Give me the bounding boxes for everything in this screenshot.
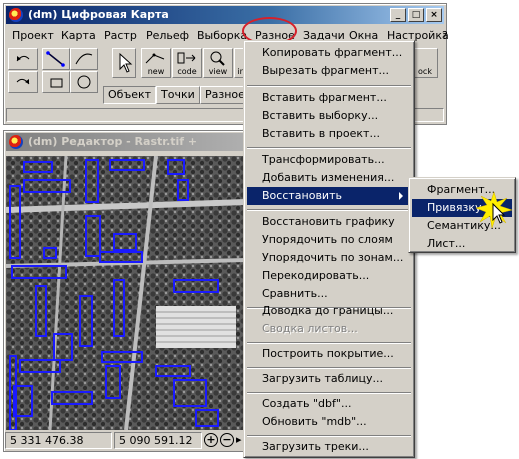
code-label: code	[177, 67, 197, 76]
menu-separator	[247, 209, 411, 211]
undo-button[interactable]	[8, 48, 38, 70]
menu-relief[interactable]: Рельеф	[142, 26, 193, 45]
menu-item-update-mdb[interactable]: Обновить "mdb"...	[247, 413, 411, 431]
menu-item-copy-fragment[interactable]: Копировать фрагмент...	[247, 44, 411, 62]
menu-item-paste-selection[interactable]: Вставить выборку...	[247, 107, 411, 125]
line-tool-button[interactable]	[42, 48, 70, 70]
menu-item-cut-fragment[interactable]: Вырезать фрагмент...	[247, 62, 411, 80]
status-y-coord: 5 090 591.12	[114, 432, 202, 449]
menu-item-add-changes[interactable]: Добавить изменения...	[247, 169, 411, 187]
pointer-button[interactable]	[112, 48, 136, 78]
close-button[interactable]: ×	[426, 8, 442, 22]
zoom-in-icon[interactable]: +	[204, 433, 218, 447]
rectangle-icon	[50, 78, 63, 88]
menu-item-create-dbf[interactable]: Создать "dbf"...	[247, 395, 411, 413]
menu-item-restore-label: Восстановить	[262, 189, 342, 202]
menu-separator	[247, 392, 411, 394]
code-button[interactable]: code	[172, 48, 202, 78]
lock-label: ock	[418, 67, 432, 76]
new-label: new	[147, 67, 165, 76]
menu-item-load-table[interactable]: Загрузить таблицу...	[247, 370, 411, 388]
menu-item-load-tracks[interactable]: Загрузить треки...	[247, 438, 411, 456]
app-icon	[9, 8, 23, 22]
minimize-button[interactable]: _	[390, 8, 406, 22]
menu-item-compare[interactable]: Сравнить...	[247, 285, 411, 303]
menu-item-recode[interactable]: Перекодировать...	[247, 267, 411, 285]
map-view[interactable]	[6, 156, 246, 430]
editor-app-icon	[9, 135, 23, 149]
view-button[interactable]: view	[203, 48, 233, 78]
circle-icon	[77, 75, 91, 89]
rect-tool-button[interactable]	[42, 71, 70, 93]
menu-help[interactable]: ?	[438, 26, 452, 45]
menu-separator	[247, 147, 411, 149]
submenu-arrow-icon	[399, 192, 403, 200]
menu-item-order-by-layers[interactable]: Упорядочить по слоям	[247, 231, 411, 249]
circle-tool-button[interactable]	[70, 71, 98, 93]
click-cursor-icon	[476, 191, 513, 229]
menu-item-build-coverage[interactable]: Построить покрытие...	[247, 345, 411, 363]
tab-object[interactable]: Объект	[103, 86, 157, 104]
menu-item-paste-fragment[interactable]: Вставить фрагмент...	[247, 89, 411, 107]
main-titlebar: (dm) Цифровая Карта _ □ ×	[6, 6, 444, 24]
curve-icon	[75, 53, 93, 65]
status-x-coord: 5 331 476.38	[5, 432, 112, 449]
menu-item-edge-match[interactable]: Доводка до границы...	[247, 302, 411, 320]
menu-separator	[247, 342, 411, 344]
arrow-cursor-icon	[119, 52, 133, 73]
menu-separator	[247, 367, 411, 369]
editor-titlebar: (dm) Редактор - Rastr.tif + d:\maps\t	[6, 133, 250, 166]
polyline-icon	[46, 51, 65, 67]
menu-item-restore-graphics[interactable]: Восстановить графику	[247, 213, 411, 231]
editor-statusbar: 5 331 476.38 5 090 591.12 + − ▸	[5, 432, 251, 450]
main-title: (dm) Цифровая Карта	[28, 8, 169, 21]
menu-separator	[247, 435, 411, 437]
zoom-out-icon[interactable]: −	[220, 433, 234, 447]
new-object-icon	[145, 53, 165, 64]
redo-button[interactable]	[8, 71, 38, 93]
misc-dropdown-menu: Копировать фрагмент... Вырезать фрагмент…	[243, 40, 415, 458]
menu-map[interactable]: Карта	[57, 26, 100, 45]
tab-points[interactable]: Точки	[156, 86, 200, 104]
undo-icon	[16, 55, 30, 62]
curve-tool-button[interactable]	[70, 48, 98, 70]
maximize-button[interactable]: □	[408, 8, 424, 22]
code-icon	[177, 52, 196, 64]
menu-item-sheet-summary: Сводка листов...	[262, 322, 358, 335]
aerial-raster	[6, 156, 246, 430]
menu-item-transform[interactable]: Трансформировать...	[247, 151, 411, 169]
menu-item-restore[interactable]: Восстановить	[247, 187, 411, 205]
menu-separator	[247, 85, 411, 87]
new-button[interactable]: new	[141, 48, 171, 78]
menu-raster[interactable]: Растр	[100, 26, 141, 45]
lock-button[interactable]: ock	[412, 48, 438, 78]
view-label: view	[208, 67, 228, 76]
menu-item-order-by-zones[interactable]: Упорядочить по зонам...	[247, 249, 411, 267]
submenu-item-sheet[interactable]: Лист...	[412, 235, 512, 253]
menu-project[interactable]: Проект	[8, 26, 58, 45]
menu-item-paste-project[interactable]: Вставить в проект...	[247, 125, 411, 143]
redo-icon	[16, 78, 30, 85]
zoom-view-icon	[210, 51, 225, 66]
